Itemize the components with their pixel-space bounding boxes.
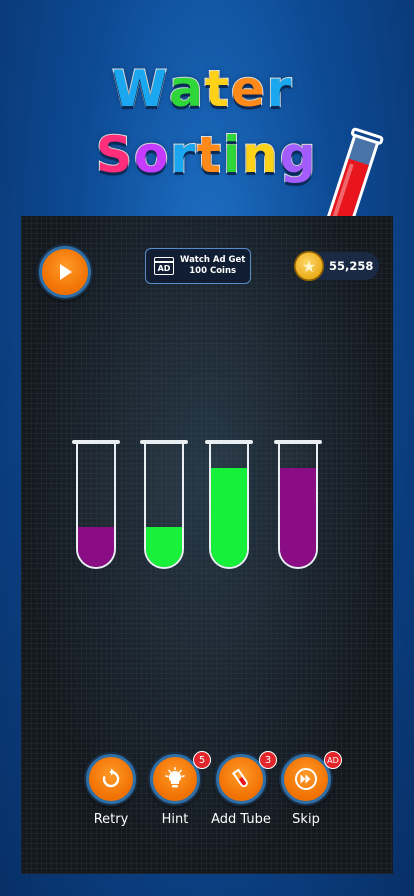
title-letter: a: [168, 59, 205, 119]
coin-count: 55,258: [329, 259, 374, 273]
title-letter: i: [222, 125, 243, 185]
title-letter: e: [230, 59, 267, 119]
title-letter: t: [204, 59, 231, 119]
skip-button[interactable]: AD: [281, 751, 342, 804]
test-tube-icon: [231, 768, 248, 788]
coin-balance: ★ 55,258: [294, 251, 379, 281]
add-tube-button[interactable]: 3: [216, 751, 277, 804]
title-letter: W: [111, 59, 170, 119]
add-tube-label: Add Tube: [211, 812, 271, 827]
title-word-water: Water: [111, 58, 294, 120]
watch-ad-button[interactable]: AD Watch Ad Get 100 Coins: [145, 248, 251, 284]
tube-4[interactable]: [278, 443, 318, 569]
hint-button[interactable]: 5: [150, 751, 211, 804]
watch-ad-line2: 100 Coins: [189, 266, 237, 276]
hint-label: Hint: [161, 812, 189, 827]
skip-action[interactable]: AD Skip: [271, 751, 342, 827]
retry-action[interactable]: Retry: [76, 754, 146, 827]
coin-icon: ★: [294, 251, 324, 281]
skip-label: Skip: [292, 812, 320, 827]
title-letter: r: [266, 59, 294, 119]
play-icon: [60, 264, 72, 280]
retry-button[interactable]: [86, 754, 136, 804]
watch-ad-label: Watch Ad Get 100 Coins: [180, 255, 245, 277]
tube-liquid: [211, 467, 247, 567]
tube-liquid: [78, 527, 114, 567]
watch-ad-line1: Watch Ad Get: [180, 255, 246, 265]
title-letter: S: [95, 125, 135, 185]
skip-ad-badge: AD: [324, 751, 342, 769]
ad-icon: AD: [154, 257, 174, 275]
fast-forward-icon: [295, 768, 317, 790]
play-button[interactable]: [39, 246, 91, 298]
game-board: AD Watch Ad Get 100 Coins ★ 55,258 Retry: [21, 216, 393, 874]
lightbulb-icon: [165, 767, 185, 788]
tube-liquid: [280, 467, 316, 567]
retry-icon: [102, 768, 120, 788]
title-word-sorting: Sorting: [95, 124, 318, 186]
hint-action[interactable]: 5 Hint: [140, 751, 211, 827]
add-tube-action[interactable]: 3 Add Tube: [206, 751, 277, 827]
tube-3[interactable]: [209, 443, 249, 569]
title-letter: o: [133, 125, 171, 185]
tube-1[interactable]: [76, 443, 116, 569]
tube-liquid: [146, 527, 182, 567]
title-letter: t: [196, 125, 223, 185]
tube-2[interactable]: [144, 443, 184, 569]
title-letter: r: [169, 125, 198, 185]
retry-label: Retry: [93, 812, 129, 827]
title-letter: n: [241, 125, 280, 185]
